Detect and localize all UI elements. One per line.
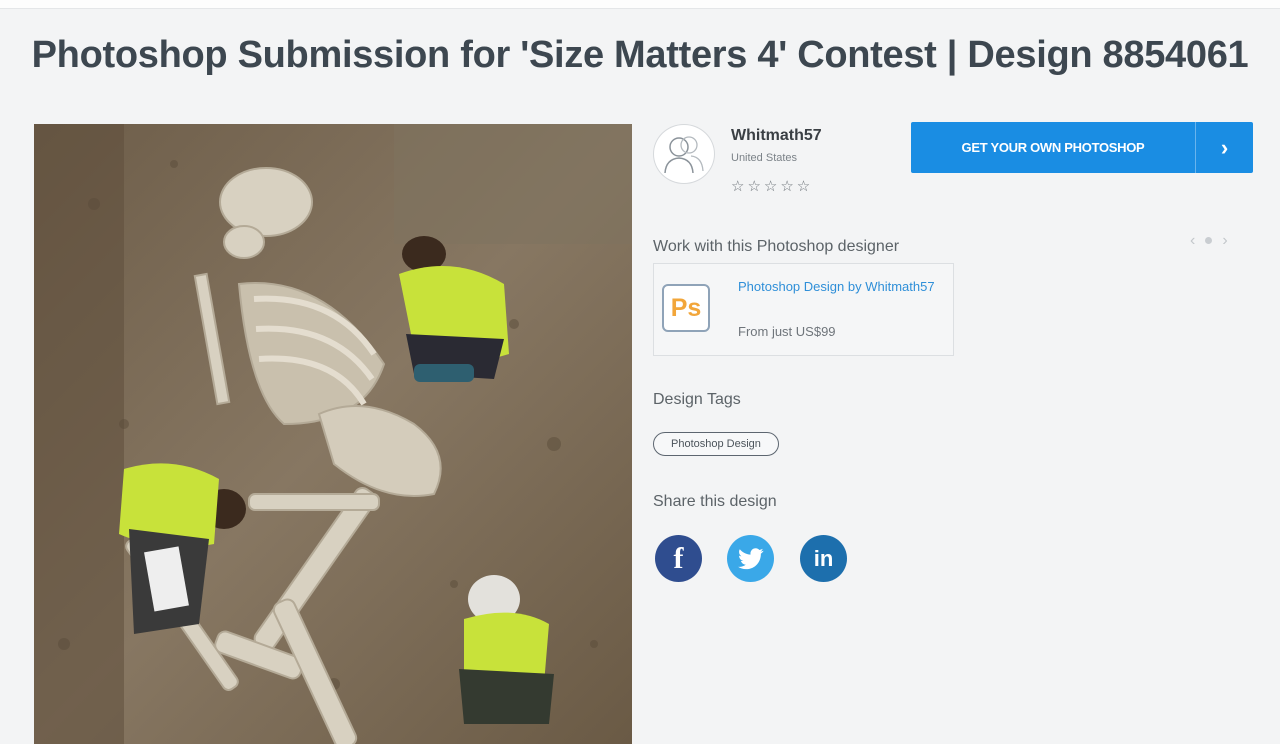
service-card[interactable]: Ps Photoshop Design by Whitmath57 From j…	[653, 263, 954, 356]
top-bar	[0, 0, 1280, 9]
cta-label: GET YOUR OWN PHOTOSHOP	[961, 140, 1145, 155]
carousel-dot[interactable]	[1205, 237, 1213, 245]
facebook-share-button[interactable]: f	[655, 535, 702, 582]
carousel-nav: ‹ ›	[1190, 232, 1236, 250]
chevron-right-icon: ›	[1195, 122, 1253, 173]
designer-country: United States	[731, 152, 798, 164]
excavation-skeleton-image	[34, 124, 632, 744]
tag-photoshop-design[interactable]: Photoshop Design	[653, 432, 779, 456]
designer-rating-stars: ☆☆☆☆☆	[731, 178, 814, 195]
share-heading: Share this design	[653, 493, 777, 510]
design-image[interactable]	[34, 124, 632, 744]
linkedin-share-button[interactable]: in	[800, 535, 847, 582]
linkedin-icon: in	[813, 545, 834, 571]
service-link[interactable]: Photoshop Design by Whitmath57	[738, 274, 938, 299]
get-your-own-photoshop-button[interactable]: GET YOUR OWN PHOTOSHOP ›	[911, 122, 1253, 173]
chevron-right-icon[interactable]: ›	[1222, 232, 1227, 250]
work-with-designer-heading: Work with this Photoshop designer	[653, 238, 900, 255]
user-silhouette-icon	[664, 136, 704, 174]
service-price: From just US$99	[738, 324, 836, 339]
chevron-left-icon[interactable]: ‹	[1190, 232, 1195, 250]
page-title: Photoshop Submission for 'Size Matters 4…	[31, 34, 1249, 76]
photoshop-icon: Ps	[662, 284, 710, 332]
designer-name[interactable]: Whitmath57	[731, 127, 822, 145]
facebook-icon: f	[673, 541, 684, 575]
twitter-share-button[interactable]	[727, 535, 774, 582]
design-tags-heading: Design Tags	[653, 391, 741, 408]
twitter-icon	[737, 547, 763, 569]
designer-avatar[interactable]	[653, 124, 715, 184]
